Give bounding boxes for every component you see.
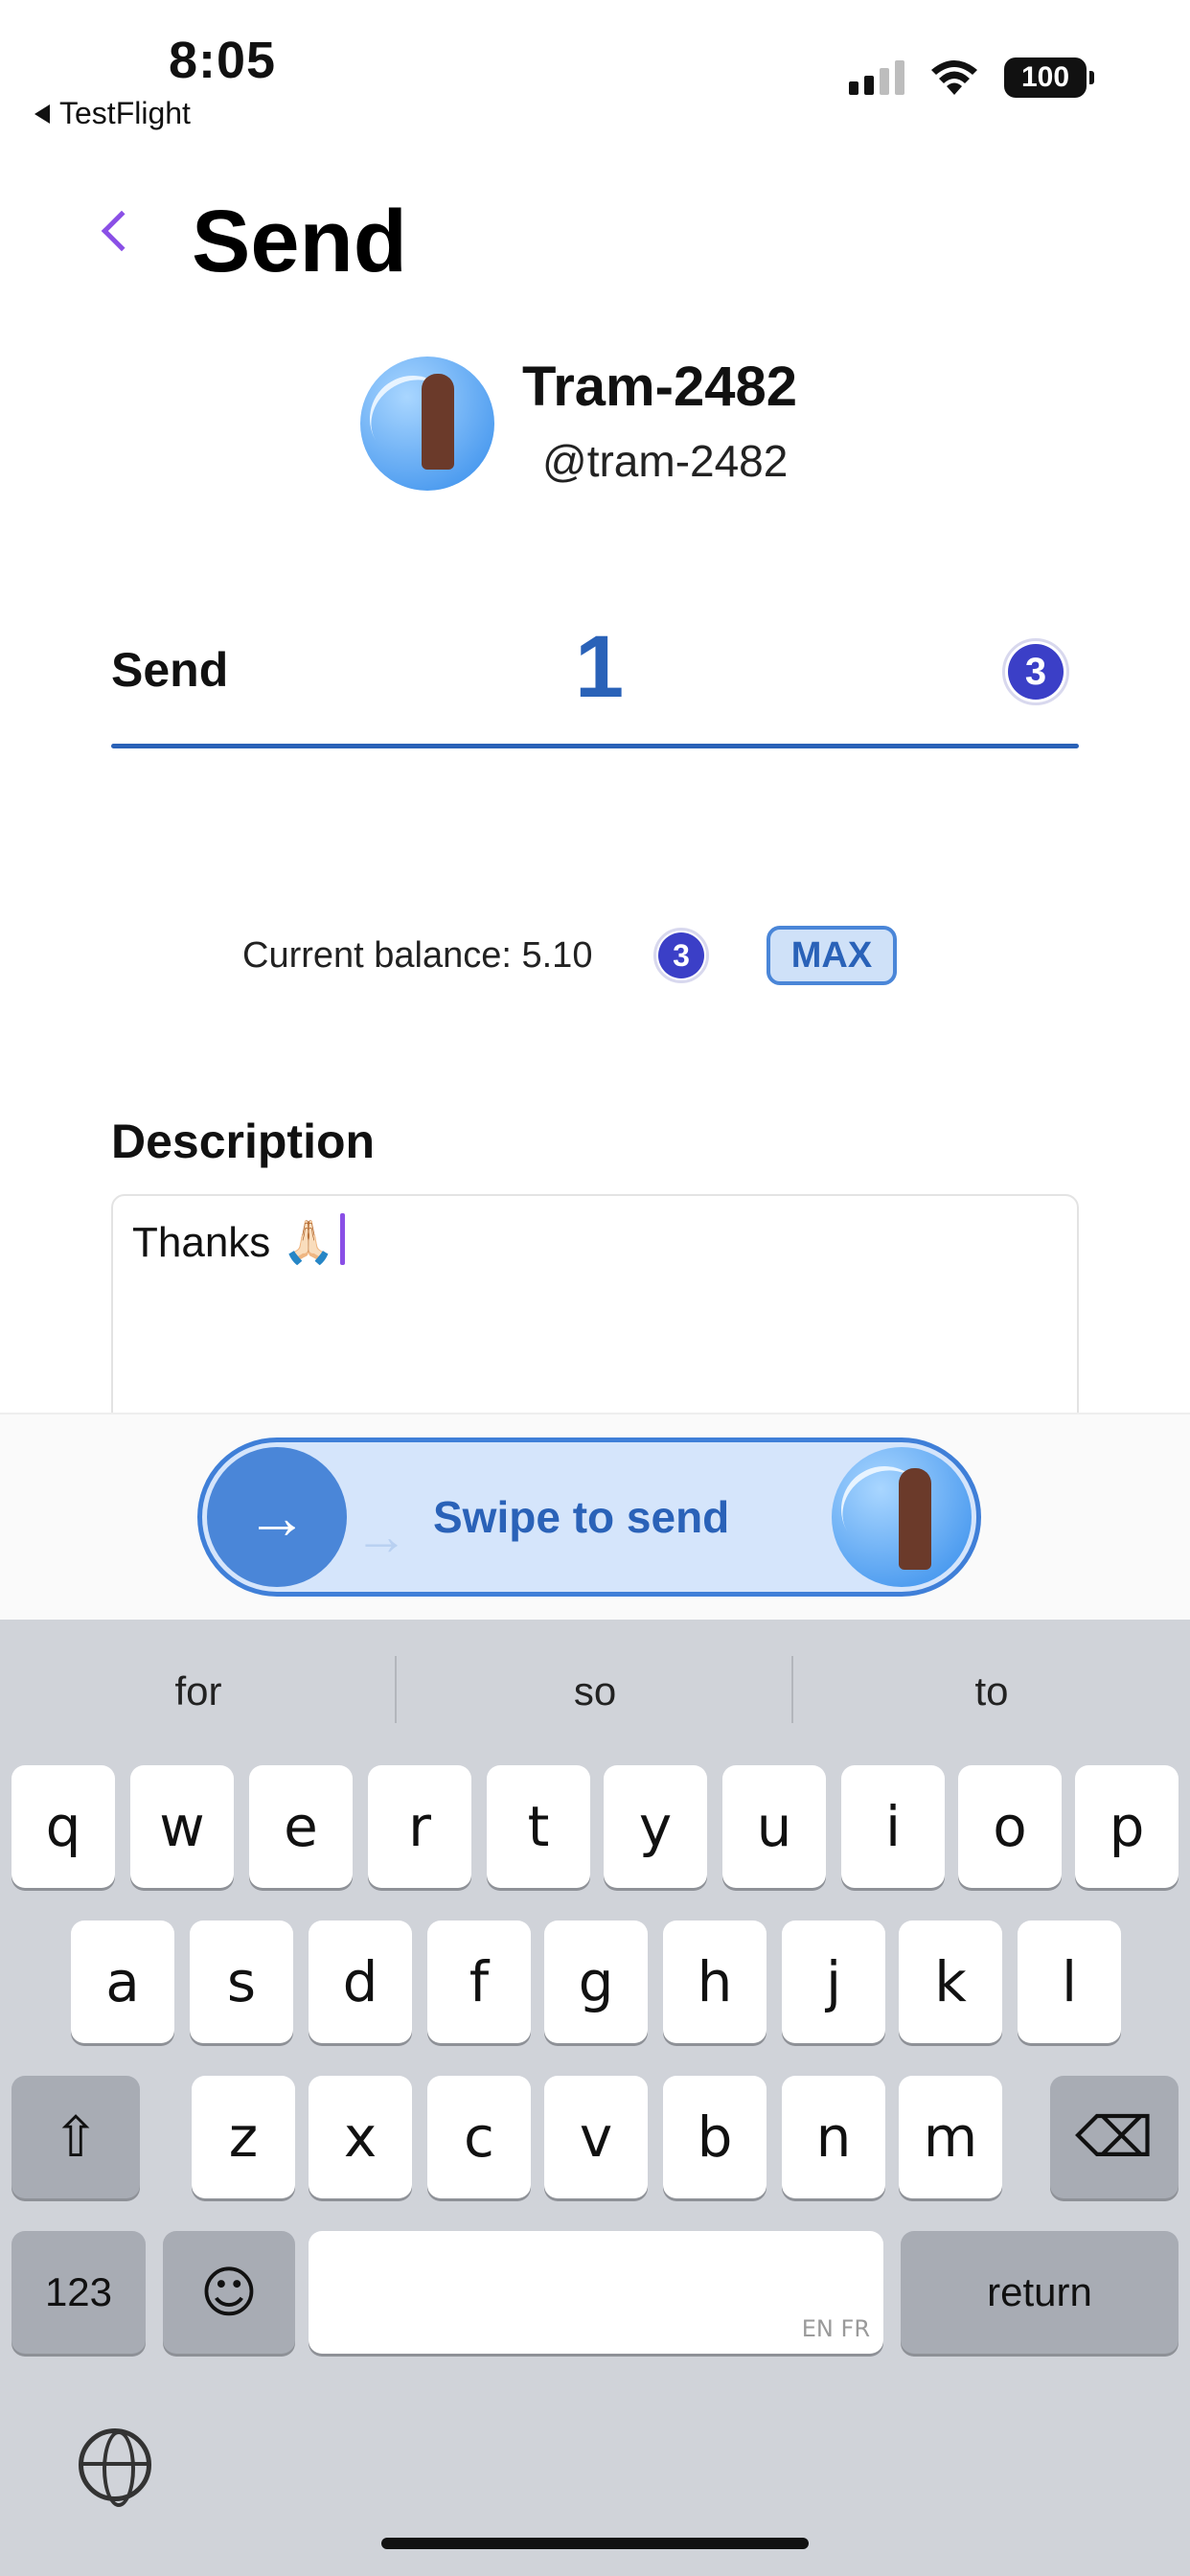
wifi-icon <box>931 60 977 95</box>
key-h[interactable]: h <box>663 1920 767 2043</box>
balance-token-icon: 3 <box>653 928 709 983</box>
statue-icon <box>422 374 454 470</box>
status-time: 8:05 <box>169 32 277 89</box>
current-balance: Current balance: 5.10 <box>242 935 593 976</box>
recipient-name: Tram-2482 <box>522 356 797 418</box>
key-v[interactable]: v <box>544 2076 648 2198</box>
description-text: Thanks 🙏🏻 <box>132 1219 335 1266</box>
suggestion-item[interactable]: for <box>0 1620 397 1763</box>
battery-level: 100 <box>1020 61 1070 93</box>
recipient-avatar <box>360 356 494 491</box>
key-u[interactable]: u <box>722 1765 826 1888</box>
shift-icon: ⇧ <box>52 2104 100 2170</box>
swipe-recipient-avatar <box>832 1447 972 1587</box>
token-glyph: 3 <box>1008 644 1064 700</box>
key-i[interactable]: i <box>841 1765 945 1888</box>
space-key[interactable]: EN FR <box>309 2231 883 2354</box>
description-field[interactable]: Thanks 🙏🏻 <box>111 1194 1079 1434</box>
back-app-label: TestFlight <box>59 96 191 130</box>
arrow-right-icon: → <box>246 1483 308 1552</box>
key-o[interactable]: o <box>958 1765 1062 1888</box>
max-button[interactable]: MAX <box>767 926 897 985</box>
key-b[interactable]: b <box>663 2076 767 2198</box>
return-key[interactable]: return <box>901 2231 1179 2354</box>
key-j[interactable]: j <box>782 1920 885 2043</box>
back-triangle-icon <box>34 104 50 124</box>
key-s[interactable]: s <box>190 1920 293 2043</box>
emoji-icon: ☺ <box>199 2260 259 2325</box>
emoji-key[interactable]: ☺ <box>163 2231 295 2354</box>
suggestion-divider <box>791 1656 793 1723</box>
key-q[interactable]: q <box>11 1765 115 1888</box>
swipe-label: Swipe to send <box>433 1492 730 1542</box>
key-t[interactable]: t <box>487 1765 590 1888</box>
numbers-key[interactable]: 123 <box>11 2231 146 2354</box>
key-x[interactable]: x <box>309 2076 412 2198</box>
delete-key[interactable]: ⌫ <box>1050 2076 1179 2198</box>
key-k[interactable]: k <box>899 1920 1002 2043</box>
suggestion-item[interactable]: so <box>397 1620 793 1763</box>
key-c[interactable]: c <box>427 2076 531 2198</box>
key-e[interactable]: e <box>249 1765 353 1888</box>
key-a[interactable]: a <box>71 1920 174 2043</box>
swipe-trail-arrow-icon: → <box>355 1506 408 1566</box>
key-n[interactable]: n <box>782 2076 885 2198</box>
page-title: Send <box>192 193 407 290</box>
key-l[interactable]: l <box>1018 1920 1121 2043</box>
token-icon: 3 <box>1002 638 1069 705</box>
suggestion-item[interactable]: to <box>793 1620 1190 1763</box>
description-label: Description <box>111 1115 376 1168</box>
key-p[interactable]: p <box>1075 1765 1179 1888</box>
recipient-handle: @tram-2482 <box>542 436 789 486</box>
amount-input[interactable]: 1 <box>575 617 624 718</box>
suggestion-bar: for so to <box>0 1620 1190 1763</box>
key-z[interactable]: z <box>192 2076 295 2198</box>
key-w[interactable]: w <box>130 1765 234 1888</box>
amount-underline <box>111 744 1079 748</box>
home-indicator[interactable] <box>381 2538 809 2549</box>
language-hint: EN FR <box>801 2315 870 2342</box>
globe-icon[interactable] <box>79 2428 151 2507</box>
key-r[interactable]: r <box>368 1765 471 1888</box>
back-chevron-icon[interactable] <box>101 210 143 252</box>
send-amount-label: Send <box>111 643 229 697</box>
key-m[interactable]: m <box>899 2076 1002 2198</box>
key-f[interactable]: f <box>427 1920 531 2043</box>
cellular-signal-icon <box>849 60 904 95</box>
back-to-app-link[interactable]: TestFlight <box>34 96 191 131</box>
key-y[interactable]: y <box>604 1765 707 1888</box>
status-icons: 100 <box>849 58 1094 98</box>
balance-token-glyph: 3 <box>658 932 704 978</box>
suggestion-divider <box>395 1656 397 1723</box>
key-g[interactable]: g <box>544 1920 648 2043</box>
swipe-handle[interactable]: → <box>207 1447 347 1587</box>
shift-key[interactable]: ⇧ <box>11 2076 140 2198</box>
delete-icon: ⌫ <box>1074 2104 1154 2170</box>
battery-icon: 100 <box>1004 58 1094 98</box>
key-d[interactable]: d <box>309 1920 412 2043</box>
statue-icon <box>899 1468 931 1570</box>
avatar-arc-decoration <box>360 359 472 478</box>
text-cursor <box>340 1213 346 1265</box>
